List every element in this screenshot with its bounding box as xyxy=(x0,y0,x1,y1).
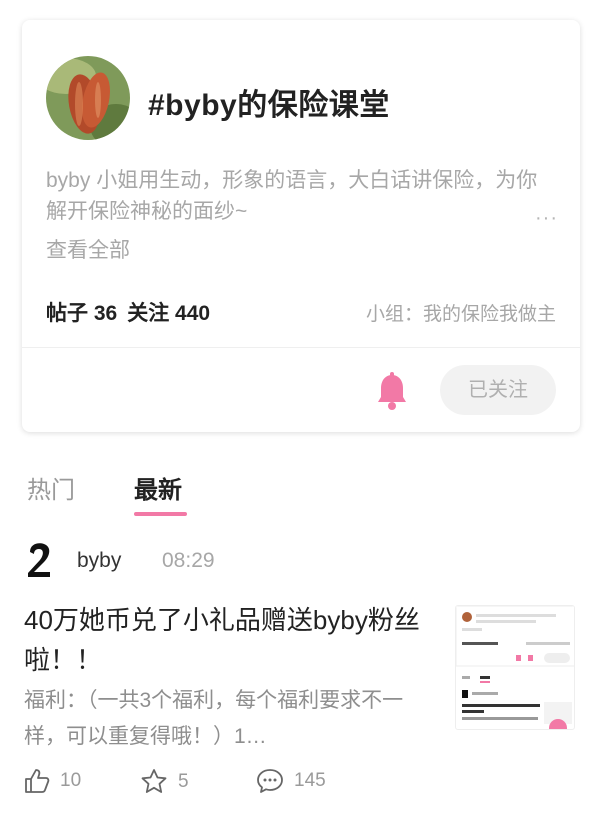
post-avatar[interactable] xyxy=(24,540,58,580)
tab-hot[interactable]: 热门 xyxy=(27,470,75,505)
like-action[interactable]: 10 xyxy=(24,768,81,794)
comment-count: 145 xyxy=(294,770,326,791)
favorite-action[interactable]: 5 xyxy=(140,768,189,795)
topic-avatar xyxy=(46,56,130,140)
star-icon xyxy=(141,769,167,793)
post-thumbnail[interactable] xyxy=(455,605,575,730)
topic-card: #byby的保险课堂 byby 小姐用生动，形象的语言，大白话讲保险，为你解开保… xyxy=(22,20,580,432)
like-icon xyxy=(25,769,50,793)
post-username[interactable]: byby xyxy=(77,549,121,573)
more-icon[interactable]: ··· xyxy=(535,207,558,230)
topic-description: byby 小姐用生动，形象的语言，大白话讲保险，为你解开保险神秘的面纱~ xyxy=(46,169,538,223)
like-count: 10 xyxy=(60,770,82,791)
post-time: 08:29 xyxy=(162,549,215,572)
posts-count: 帖子 36 xyxy=(46,302,118,325)
active-tab-indicator xyxy=(134,512,187,516)
divider xyxy=(22,347,580,348)
follow-button[interactable]: 已关注 xyxy=(440,365,556,415)
post-excerpt[interactable]: 福利：（一共3个福利，每个福利要求不一样，可以重复得哦！）1… xyxy=(24,683,404,755)
view-all-link[interactable]: 查看全部 xyxy=(46,234,130,264)
post-title[interactable]: 40万她币兑了小礼品赠送byby粉丝啦！！ xyxy=(24,600,424,680)
favorite-count: 5 xyxy=(178,770,189,792)
group-link[interactable]: 小组：我的保险我做主 xyxy=(366,299,556,326)
tab-latest[interactable]: 最新 xyxy=(134,470,182,505)
topic-title: #byby的保险课堂 xyxy=(148,89,390,122)
bell-icon[interactable] xyxy=(376,372,408,410)
comment-icon xyxy=(257,769,283,793)
topic-stats: 帖子 36 关注 440 xyxy=(46,297,220,327)
follows-count: 关注 440 xyxy=(127,302,211,325)
comment-action[interactable]: 145 xyxy=(256,768,326,794)
